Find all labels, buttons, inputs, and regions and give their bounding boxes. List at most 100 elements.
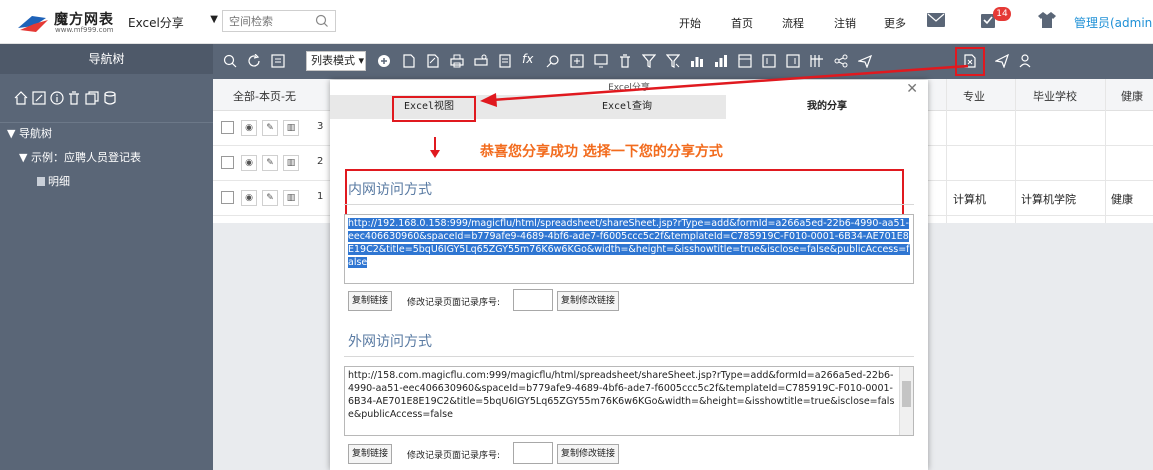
- notification-badge: 14: [993, 7, 1011, 21]
- copy-link-button[interactable]: 复制链接: [348, 291, 393, 311]
- col-header-major[interactable]: 专业: [963, 88, 985, 104]
- select-all-toggle[interactable]: 全部-本页-无: [233, 88, 296, 104]
- nav-home[interactable]: 首页: [731, 15, 753, 31]
- sidebar-title: 导航树: [0, 44, 213, 74]
- mail-icon[interactable]: [927, 13, 945, 27]
- filter-icon[interactable]: [642, 54, 656, 68]
- row-edit-icon[interactable]: ✎: [262, 120, 278, 136]
- view-icon[interactable]: ◉: [241, 190, 257, 206]
- record-index-input[interactable]: [513, 289, 553, 311]
- home-icon[interactable]: [14, 91, 28, 105]
- grid-settings-icon[interactable]: [810, 54, 824, 68]
- formula-icon[interactable]: fx: [522, 52, 533, 66]
- internet-url-text: http://158.com.magicflu.com:999/magicflu…: [348, 370, 895, 420]
- space-search-input[interactable]: [223, 11, 311, 31]
- copy-icon[interactable]: [85, 91, 99, 105]
- current-user[interactable]: 管理员(admin): [1074, 14, 1153, 31]
- tab-highlight-box: [392, 96, 476, 122]
- send-icon[interactable]: [995, 54, 1009, 68]
- user-search-icon[interactable]: [1019, 54, 1033, 68]
- row-delete-icon[interactable]: ▥: [283, 155, 299, 171]
- tree-root[interactable]: ▼ 导航树: [7, 125, 52, 141]
- internet-url-textarea[interactable]: http://158.com.magicflu.com:999/magicflu…: [344, 366, 914, 436]
- tab-my-share[interactable]: 我的分享: [726, 95, 928, 119]
- nav-workflow[interactable]: 流程: [782, 15, 804, 31]
- success-message: 恭喜您分享成功 选择一下您的分享方式: [480, 144, 723, 160]
- row-edit-icon[interactable]: ✎: [262, 155, 278, 171]
- print-icon[interactable]: [450, 54, 464, 68]
- view-mode-select[interactable]: 列表模式 ▾: [306, 51, 366, 71]
- print-setup-icon[interactable]: [474, 54, 488, 68]
- doc-edit-icon[interactable]: [426, 54, 440, 68]
- row-delete-icon[interactable]: ▥: [283, 190, 299, 206]
- tree-item-detail-label: 明细: [48, 175, 70, 188]
- copy-modify-link-button[interactable]: 复制修改链接: [557, 444, 620, 464]
- record-index-input[interactable]: [513, 442, 553, 464]
- col-header-school[interactable]: 毕业学校: [1033, 88, 1077, 104]
- col-header-health[interactable]: 健康: [1121, 88, 1143, 104]
- row-number: 3: [317, 121, 324, 132]
- screen-icon[interactable]: [594, 54, 608, 68]
- logo-icon: [18, 16, 48, 32]
- stat-chart-icon[interactable]: [714, 54, 728, 68]
- nav-more[interactable]: 更多: [884, 15, 906, 31]
- info-icon[interactable]: [50, 91, 64, 105]
- nav-start[interactable]: 开始: [679, 15, 701, 31]
- app-logo[interactable]: 魔方网表 www.mf999.com: [16, 9, 126, 37]
- delete-icon[interactable]: [67, 91, 81, 105]
- excel-share-dialog: Excel分享 ✕ Excel视图 Excel查询 我的分享 恭喜您分享成功 选…: [330, 80, 928, 470]
- logo-subtitle: www.mf999.com: [55, 26, 114, 34]
- row-checkbox[interactable]: [221, 121, 234, 134]
- sidebar: 导航树 ▼ 导航树 ▼ 示例：应聘人员登记表 明细: [0, 44, 213, 470]
- page-prev-icon[interactable]: [762, 54, 776, 68]
- advanced-filter-icon[interactable]: [666, 54, 680, 68]
- section-divider: [344, 204, 914, 205]
- view-icon[interactable]: ◉: [241, 155, 257, 171]
- dialog-title: Excel分享: [608, 83, 650, 93]
- refresh-icon[interactable]: [247, 54, 261, 68]
- content-toolbar: 列表模式 ▾ fx: [213, 44, 1153, 79]
- excel-share-highlight: [955, 47, 985, 76]
- share-icon[interactable]: [834, 54, 848, 68]
- nav-logout[interactable]: 注销: [834, 15, 856, 31]
- cell-school: 计算机学院: [1021, 193, 1076, 206]
- search-icon[interactable]: [315, 14, 329, 28]
- export-icon[interactable]: [271, 54, 285, 68]
- publish-icon[interactable]: [858, 54, 872, 68]
- scrollbar-thumb[interactable]: [902, 381, 911, 407]
- copy-modify-link-button[interactable]: 复制修改链接: [557, 291, 620, 311]
- page-next-icon[interactable]: [786, 54, 800, 68]
- intranet-title: 内网访问方式: [348, 182, 432, 198]
- cell-major: 计算机: [953, 193, 986, 206]
- sidebar-divider: [0, 122, 213, 123]
- page-icon[interactable]: [738, 54, 752, 68]
- bar-chart-icon[interactable]: [690, 54, 704, 68]
- row-checkbox[interactable]: [221, 156, 234, 169]
- down-arrow-icon: [430, 137, 440, 158]
- record-index-label: 修改记录页面记录序号:: [407, 298, 501, 308]
- space-search[interactable]: [222, 10, 336, 32]
- dropdown-arrow-icon: ▼: [210, 14, 218, 25]
- tree-item-applicant-form[interactable]: ▼ 示例：应聘人员登记表: [19, 149, 141, 165]
- view-icon[interactable]: ◉: [241, 120, 257, 136]
- database-icon[interactable]: [103, 91, 117, 105]
- skin-icon[interactable]: [1038, 12, 1056, 28]
- row-checkbox[interactable]: [221, 191, 234, 204]
- find-replace-icon[interactable]: [546, 54, 560, 68]
- column-divider: [946, 79, 947, 223]
- textarea-scrollbar[interactable]: [899, 367, 913, 435]
- import-icon[interactable]: [570, 54, 584, 68]
- edit-icon[interactable]: [32, 91, 46, 105]
- intranet-url-textarea[interactable]: http://192.168.0.158:999/magicflu/html/s…: [344, 214, 914, 284]
- app-select[interactable]: Excel分享 ▼: [128, 14, 220, 32]
- tree-item-detail[interactable]: 明细: [37, 173, 70, 189]
- trash-icon[interactable]: [618, 54, 632, 68]
- add-icon[interactable]: [377, 54, 391, 68]
- query-icon[interactable]: [223, 54, 237, 68]
- doc-icon[interactable]: [402, 54, 416, 68]
- row-delete-icon[interactable]: ▥: [283, 120, 299, 136]
- tab-excel-query[interactable]: Excel查询: [528, 95, 726, 119]
- row-edit-icon[interactable]: ✎: [262, 190, 278, 206]
- copy-link-button[interactable]: 复制链接: [348, 444, 393, 464]
- report-icon[interactable]: [498, 54, 512, 68]
